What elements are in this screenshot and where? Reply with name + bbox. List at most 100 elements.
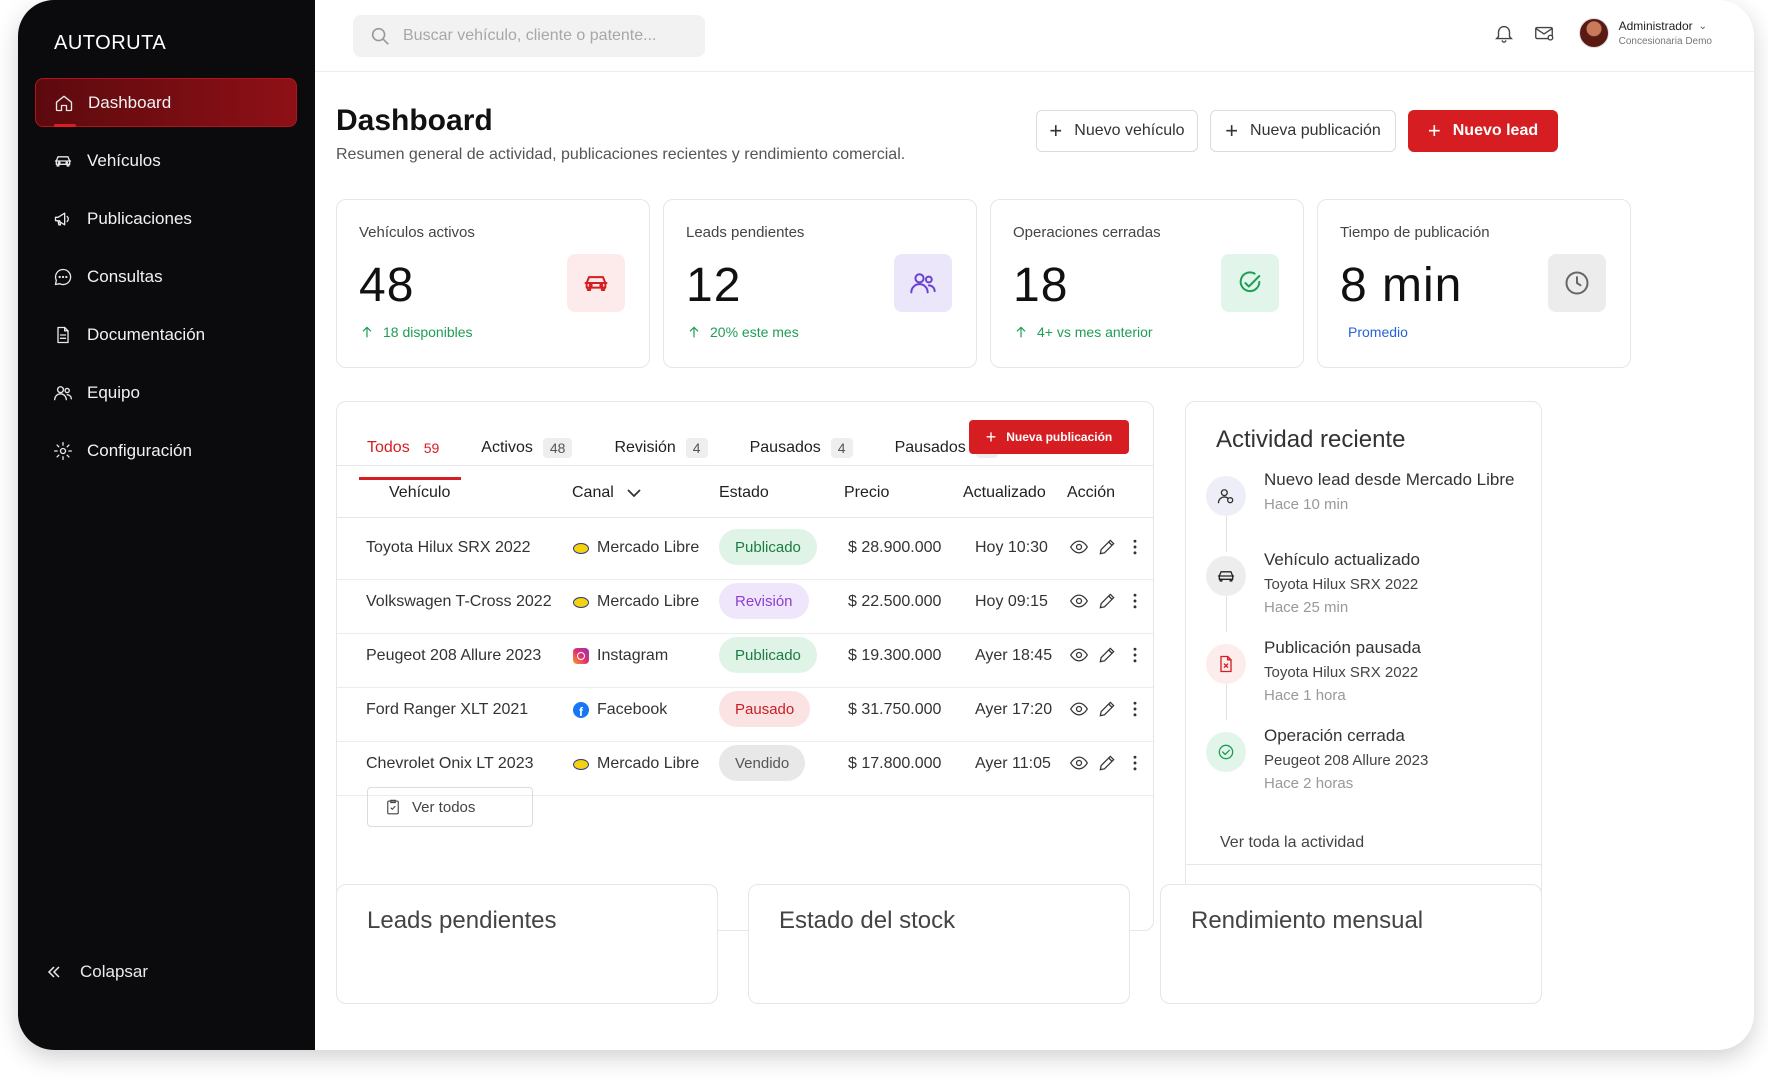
status-badge: Pausado (719, 691, 811, 727)
user-org: Concesionaria Demo (1618, 36, 1712, 47)
price-cell: $ 17.800.000 (848, 755, 942, 772)
channel-cell: Mercado Libre (573, 755, 699, 773)
eye-icon[interactable] (1069, 591, 1089, 611)
updated-cell: Ayer 18:45 (975, 647, 1053, 664)
stat-note: 18 disponibles (359, 324, 473, 340)
eye-icon[interactable] (1069, 753, 1089, 773)
stat-label: Operaciones cerradas (1013, 224, 1161, 241)
column-header-vehiculo[interactable]: Vehículo (389, 484, 450, 502)
status-badge: Revisión (719, 583, 809, 619)
card-title: Leads pendientes (367, 907, 557, 934)
pencil-icon[interactable] (1097, 753, 1117, 773)
chevrons-left-icon (47, 966, 60, 978)
stat-card-operaciones: Operaciones cerradas 18 4+ vs mes anteri… (990, 199, 1304, 368)
table-row[interactable]: Peugeot 208 Allure 2023 Instagram Public… (337, 627, 1153, 688)
stock-card: Estado del stock (748, 884, 1130, 1004)
column-header-estado[interactable]: Estado (719, 484, 769, 502)
tab-label: Activos (481, 439, 533, 456)
leads-card: Leads pendientes (336, 884, 718, 1004)
plus-icon: + (1225, 118, 1239, 143)
pencil-icon[interactable] (1097, 699, 1117, 719)
activity-item-time: Hace 25 min (1264, 599, 1349, 616)
stat-card-tiempo: Tiempo de publicación 8 min Promedio (1317, 199, 1631, 368)
tab-label: Revisión (614, 439, 676, 456)
new-lead-button[interactable]: + Nuevo lead (1408, 110, 1558, 152)
user-menu[interactable]: Administrador ⌄ Concesionaria Demo (1619, 19, 1712, 47)
pencil-icon[interactable] (1097, 645, 1117, 665)
column-header-actualizado[interactable]: Actualizado (963, 484, 1046, 502)
price-cell: $ 19.300.000 (848, 647, 942, 664)
divider (1186, 864, 1541, 865)
car-icon (54, 155, 72, 167)
row-actions (1069, 645, 1153, 665)
row-actions (1069, 699, 1153, 719)
tab-revision[interactable]: Revisión 4 (606, 428, 715, 468)
tab-activos[interactable]: Activos 48 (473, 428, 580, 468)
users-icon (894, 254, 952, 312)
sidebar-item-vehiculos[interactable]: Vehículos (35, 136, 297, 185)
sidebar-item-label: Configuración (87, 440, 192, 460)
activity-item-title: Nuevo lead desde Mercado Libre (1264, 470, 1515, 489)
vehicle-cell: Chevrolet Onix LT 2023 (366, 755, 534, 772)
plus-icon: + (1049, 118, 1063, 143)
avatar[interactable] (1578, 18, 1609, 48)
more-vertical-icon[interactable] (1125, 699, 1145, 719)
eye-icon[interactable] (1069, 645, 1089, 665)
collapse-button[interactable]: Colapsar (44, 962, 148, 982)
tab-label: Pausados (749, 439, 821, 456)
stat-value: 18 (1013, 259, 1069, 312)
plus-icon: + (985, 426, 997, 447)
updated-cell: Ayer 11:05 (975, 755, 1051, 772)
mail-icon[interactable] (1533, 22, 1555, 44)
status-tabs: Todos 59 Activos 48 Revisión 4 Pausados 4 Pa… (359, 428, 1032, 480)
view-all-button[interactable]: Ver todos (367, 787, 533, 827)
sidebar: AUTORUTA Dashboard Vehículos Publicacion… (18, 0, 315, 1050)
activity-card: Actividad reciente Nuevo lead desde Merc… (1185, 401, 1542, 931)
view-all-activity-link[interactable]: Ver toda la actividad (1220, 834, 1364, 852)
activity-item-title: Operación cerrada (1264, 726, 1405, 745)
more-vertical-icon[interactable] (1125, 753, 1145, 773)
card-title: Rendimiento mensual (1191, 907, 1424, 934)
sidebar-item-consultas[interactable]: Consultas (35, 252, 297, 301)
activity-item-title: Vehículo actualizado (1264, 550, 1420, 569)
new-publication-small-button[interactable]: + Nueva publicación (969, 420, 1129, 454)
sidebar-item-label: Dashboard (88, 92, 172, 112)
activity-item-subtitle: Toyota Hilux SRX 2022 (1264, 576, 1419, 593)
stat-card-leads: Leads pendientes 12 20% este mes (663, 199, 977, 368)
sidebar-item-configuracion[interactable]: Configuración (35, 426, 297, 475)
tab-count: 4 (685, 438, 708, 458)
performance-card: Rendimiento mensual (1160, 884, 1542, 1004)
search-box[interactable] (353, 15, 705, 57)
chat-icon (54, 268, 72, 285)
new-vehicle-button[interactable]: + Nuevo vehículo (1036, 110, 1198, 152)
activity-title: Actividad reciente (1216, 426, 1406, 453)
channel-label: Facebook (597, 701, 668, 718)
more-vertical-icon[interactable] (1125, 645, 1145, 665)
clock-icon (1548, 254, 1606, 312)
new-publication-button[interactable]: + Nueva publicación (1210, 110, 1396, 152)
sidebar-item-documentacion[interactable]: Documentación (35, 310, 297, 359)
tab-todos[interactable]: Todos 59 (359, 428, 462, 480)
bell-icon[interactable] (1493, 22, 1515, 44)
pencil-icon[interactable] (1097, 537, 1117, 557)
sidebar-item-dashboard[interactable]: Dashboard (35, 78, 297, 127)
channel-cell: f Facebook (573, 701, 667, 719)
search-input[interactable] (403, 27, 683, 45)
eye-icon[interactable] (1069, 699, 1089, 719)
tab-pausados[interactable]: Pausados 4 (742, 428, 861, 468)
more-vertical-icon[interactable] (1125, 591, 1145, 611)
pencil-icon[interactable] (1097, 591, 1117, 611)
stat-value: 12 (686, 259, 742, 312)
eye-icon[interactable] (1069, 537, 1089, 557)
column-header-precio[interactable]: Precio (844, 484, 889, 502)
collapse-label: Colapsar (80, 962, 149, 981)
sidebar-item-publicaciones[interactable]: Publicaciones (35, 194, 297, 243)
table-row[interactable]: Ford Ranger XLT 2021 f Facebook Pausado $… (337, 681, 1153, 742)
sidebar-item-equipo[interactable]: Equipo (35, 368, 297, 417)
tab-count: 48 (542, 438, 573, 458)
vehicle-cell: Peugeot 208 Allure 2023 (366, 647, 542, 664)
more-vertical-icon[interactable] (1125, 537, 1145, 557)
table-row[interactable]: Toyota Hilux SRX 2022 Mercado Libre Publ… (337, 519, 1153, 580)
column-header-canal[interactable]: Canal (572, 484, 642, 502)
table-row[interactable]: Volkswagen T-Cross 2022 Mercado Libre Re… (337, 573, 1153, 634)
